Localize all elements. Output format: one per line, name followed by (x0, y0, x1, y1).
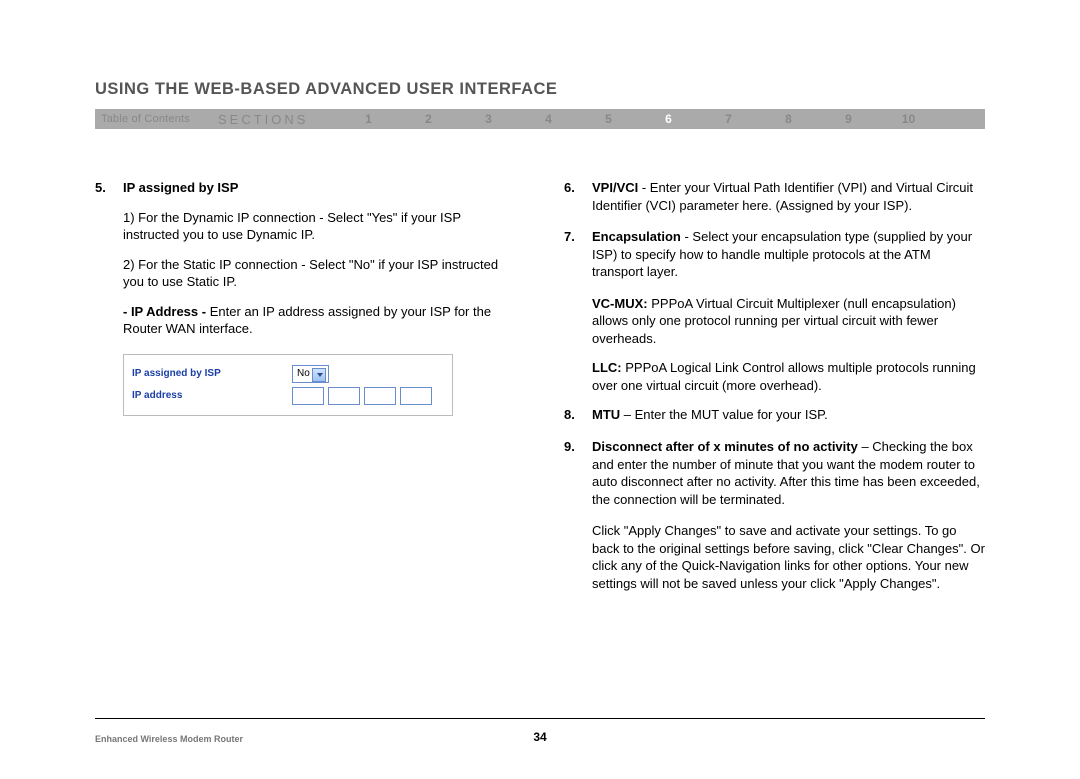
item-8-body: MTU – Enter the MUT value for your ISP. (592, 406, 985, 424)
footer-page-number: 34 (0, 730, 1080, 744)
item-7-number: 7. (564, 228, 592, 281)
nav-toc-link[interactable]: Table of Contents (101, 113, 190, 125)
right-column: 6. VPI/VCI - Enter your Virtual Path Ide… (564, 179, 985, 604)
nav-section-2[interactable]: 2 (398, 112, 458, 126)
footer-divider (95, 718, 985, 719)
item-6-number: 6. (564, 179, 592, 214)
nav-section-8[interactable]: 8 (758, 112, 818, 126)
item-5-para-2: 2) For the Static IP connection - Select… (123, 256, 516, 291)
item-5-title: IP assigned by ISP (123, 179, 516, 197)
nav-sections-label: SECTIONS (218, 112, 308, 127)
ip-settings-panel: IP assigned by ISP No IP address (123, 354, 453, 416)
nav-section-6[interactable]: 6 (638, 112, 698, 126)
nav-section-9[interactable]: 9 (818, 112, 878, 126)
llc-para: LLC: PPPoA Logical Link Control allows m… (592, 359, 985, 394)
left-column: 5. IP assigned by ISP 1) For the Dynamic… (95, 179, 516, 604)
ip-octet-1[interactable] (292, 387, 324, 405)
nav-section-5[interactable]: 5 (578, 112, 638, 126)
nav-section-10[interactable]: 10 (878, 112, 938, 126)
section-nav-bar: Table of Contents SECTIONS 1 2 3 4 5 6 7… (95, 109, 985, 129)
ip-octet-2[interactable] (328, 387, 360, 405)
nav-section-7[interactable]: 7 (698, 112, 758, 126)
item-6-body: VPI/VCI - Enter your Virtual Path Identi… (592, 179, 985, 214)
item-9-body: Disconnect after of x minutes of no acti… (592, 438, 985, 508)
nav-section-3[interactable]: 3 (458, 112, 518, 126)
item-5-number: 5. (95, 179, 123, 338)
ip-octet-4[interactable] (400, 387, 432, 405)
item-5-para-3: - IP Address - Enter an IP address assig… (123, 303, 516, 338)
ip-assigned-label: IP assigned by ISP (132, 368, 292, 379)
closing-para: Click "Apply Changes" to save and activa… (592, 522, 985, 592)
item-8-number: 8. (564, 406, 592, 424)
ip-assigned-select[interactable]: No (292, 365, 329, 383)
item-9-number: 9. (564, 438, 592, 508)
page-title: USING THE WEB-BASED ADVANCED USER INTERF… (95, 80, 985, 99)
nav-section-4[interactable]: 4 (518, 112, 578, 126)
ip-address-label: IP address (132, 390, 292, 401)
vcmux-para: VC-MUX: PPPoA Virtual Circuit Multiplexe… (592, 295, 985, 348)
ip-octet-3[interactable] (364, 387, 396, 405)
item-7-body: Encapsulation - Select your encapsulatio… (592, 228, 985, 281)
item-5-para-1: 1) For the Dynamic IP connection - Selec… (123, 209, 516, 244)
nav-section-1[interactable]: 1 (338, 112, 398, 126)
